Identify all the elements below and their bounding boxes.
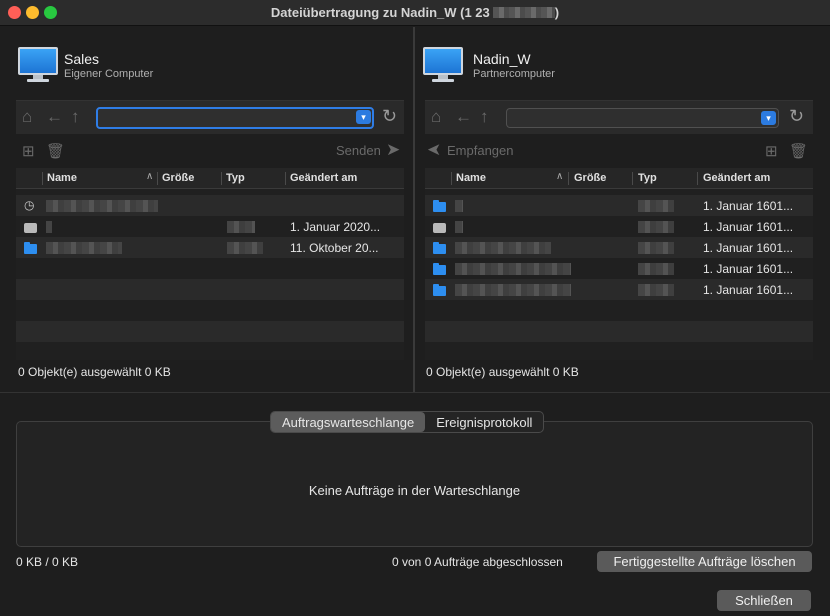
tab-job-queue[interactable]: Auftragswarteschlange — [271, 412, 426, 432]
column-modified[interactable]: Geändert am — [703, 172, 770, 184]
tab-event-log[interactable]: Ereignisprotokoll — [425, 412, 543, 432]
refresh-icon[interactable]: ↻ — [382, 106, 397, 127]
refresh-icon[interactable]: ↻ — [789, 106, 804, 127]
column-type[interactable]: Typ — [638, 172, 657, 184]
folder-icon — [24, 240, 37, 254]
send-arrow-icon[interactable]: ➤ — [386, 140, 400, 160]
receive-arrow-icon[interactable]: ➤ — [427, 140, 441, 160]
folder-icon — [433, 261, 446, 275]
table-row[interactable]: 1. Januar 1601... — [425, 258, 813, 279]
local-computer-subtitle: Eigener Computer — [64, 68, 154, 80]
redacted-type — [227, 242, 263, 254]
redacted-type — [638, 200, 674, 212]
table-row[interactable]: 1. Januar 1601... — [425, 216, 813, 237]
table-header: Name ∧ Größe Typ Geändert am — [425, 168, 813, 189]
redacted-name — [455, 284, 571, 296]
local-path-field[interactable]: ▾ — [96, 107, 374, 129]
redacted-id — [492, 7, 555, 18]
column-size[interactable]: Größe — [162, 172, 194, 184]
table-header: Name ∧ Größe Typ Geändert am — [16, 168, 404, 189]
back-arrow-icon[interactable]: ← — [455, 107, 472, 127]
table-row[interactable]: 1. Januar 1601... — [425, 195, 813, 216]
new-folder-icon[interactable]: ⊞ — [22, 142, 35, 160]
empty-queue-message: Keine Aufträge in der Warteschlange — [308, 483, 521, 498]
computer-icon — [423, 47, 463, 85]
up-arrow-icon[interactable]: ↑ — [71, 107, 80, 127]
redacted-name — [455, 200, 463, 212]
drive-icon — [24, 219, 37, 233]
title-bar: Dateiübertragung zu Nadin_W (1 23) — [0, 0, 830, 26]
trash-icon[interactable]: 🗑 — [789, 142, 808, 160]
new-folder-icon[interactable]: ⊞ — [765, 142, 778, 160]
queue-tabs: Auftragswarteschlange Ereignisprotokoll — [270, 411, 545, 433]
local-selection-status: 0 Objekt(e) ausgewählt 0 KB — [18, 365, 171, 379]
redacted-name — [455, 221, 463, 233]
clear-completed-button[interactable]: Fertiggestellte Aufträge löschen — [597, 551, 812, 572]
remote-selection-status: 0 Objekt(e) ausgewählt 0 KB — [426, 365, 579, 379]
local-file-table: Name ∧ Größe Typ Geändert am ◷ 1. Januar… — [16, 168, 404, 360]
local-computer-name: Sales — [64, 51, 100, 67]
local-nav-bar: ⌂ ← ↑ ▾ ↻ — [16, 100, 404, 134]
trash-icon[interactable]: 🗑 — [46, 142, 65, 160]
redacted-type — [638, 284, 674, 296]
send-button[interactable]: Senden — [336, 143, 381, 158]
table-row[interactable]: 1. Januar 1601... — [425, 279, 813, 300]
table-row[interactable]: 11. Oktober 20... — [16, 237, 404, 258]
table-row[interactable]: 1. Januar 1601... — [425, 237, 813, 258]
up-arrow-icon[interactable]: ↑ — [480, 107, 489, 127]
drive-icon — [433, 219, 446, 233]
table-row[interactable]: 1. Januar 2020... — [16, 216, 404, 237]
redacted-name — [46, 200, 158, 212]
folder-icon — [433, 240, 446, 254]
home-icon[interactable]: ⌂ — [431, 107, 441, 127]
remote-file-table: Name ∧ Größe Typ Geändert am 1. Januar 1… — [425, 168, 813, 360]
history-icon: ◷ — [24, 198, 35, 212]
local-action-bar: ⊞ 🗑 Senden ➤ — [16, 134, 404, 166]
home-icon[interactable]: ⌂ — [22, 107, 32, 127]
chevron-down-icon[interactable]: ▾ — [761, 111, 776, 125]
column-name[interactable]: Name — [456, 172, 486, 184]
remote-computer-subtitle: Partnercomputer — [473, 68, 555, 80]
remote-panel: Nadin_W Partnercomputer ⌂ ← ↑ ▾ ↻ ➤ Empf… — [415, 27, 830, 392]
redacted-type — [638, 242, 674, 254]
remote-computer-name: Nadin_W — [473, 51, 531, 67]
remote-action-bar: ➤ Empfangen ⊞ 🗑 — [425, 134, 813, 166]
folder-icon — [433, 198, 446, 212]
computer-icon — [18, 47, 58, 85]
redacted-name — [455, 263, 571, 275]
redacted-type — [638, 221, 674, 233]
column-name[interactable]: Name — [47, 172, 77, 184]
redacted-name — [455, 242, 551, 254]
redacted-type — [638, 263, 674, 275]
redacted-name — [46, 221, 52, 233]
table-row[interactable]: ◷ — [16, 195, 404, 216]
column-modified[interactable]: Geändert am — [290, 172, 357, 184]
redacted-type — [227, 221, 255, 233]
sort-ascending-icon: ∧ — [146, 171, 154, 182]
folder-icon — [433, 282, 446, 296]
chevron-down-icon[interactable]: ▾ — [356, 110, 371, 124]
back-arrow-icon[interactable]: ← — [46, 107, 63, 127]
transfer-size-status: 0 KB / 0 KB — [16, 555, 79, 569]
job-queue-box: Keine Aufträge in der Warteschlange — [16, 421, 813, 547]
window-title: Dateiübertragung zu Nadin_W (1 23) — [270, 5, 560, 20]
column-size[interactable]: Größe — [574, 172, 606, 184]
sort-ascending-icon: ∧ — [556, 171, 564, 182]
column-type[interactable]: Typ — [226, 172, 245, 184]
remote-nav-bar: ⌂ ← ↑ ▾ ↻ — [425, 100, 813, 134]
local-panel: Sales Eigener Computer ⌂ ← ↑ ▾ ↻ ⊞ 🗑 Sen… — [0, 27, 414, 392]
redacted-name — [46, 242, 122, 254]
close-button[interactable]: Schließen — [717, 590, 811, 611]
receive-button[interactable]: Empfangen — [447, 143, 514, 158]
remote-path-field[interactable]: ▾ — [506, 108, 779, 128]
jobs-completed-status: 0 von 0 Aufträge abgeschlossen — [392, 555, 563, 569]
transfer-queue-area: Auftragswarteschlange Ereignisprotokoll … — [0, 392, 830, 616]
